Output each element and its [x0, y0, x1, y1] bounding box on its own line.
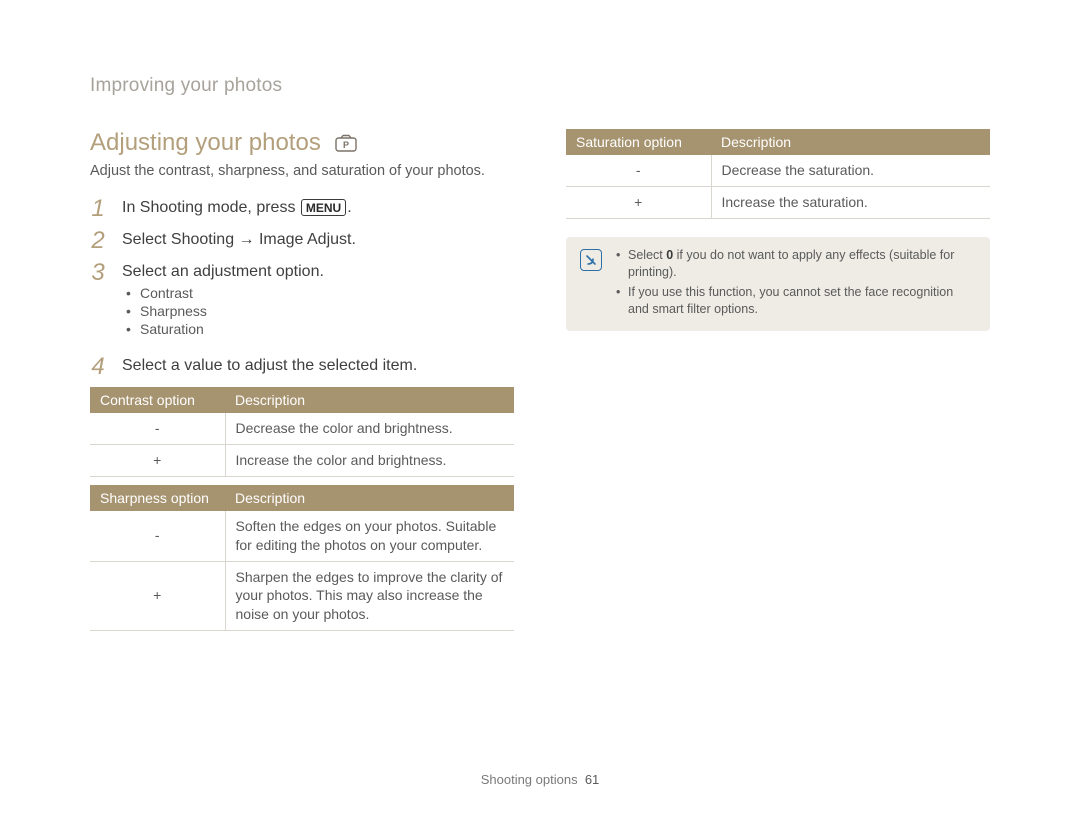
- list-item: Saturation: [140, 321, 514, 337]
- step-4: 4 Select a value to adjust the selected …: [90, 353, 514, 379]
- step-number: 4: [90, 353, 106, 379]
- step-3: 3 Select an adjustment option. Contrast …: [90, 259, 514, 347]
- description-cell: Decrease the saturation.: [711, 155, 990, 186]
- camera-p-icon: P: [335, 134, 357, 152]
- table-row: - Soften the edges on your photos. Suita…: [90, 511, 514, 561]
- step-number: 2: [90, 227, 106, 253]
- description-cell: Increase the color and brightness.: [225, 444, 514, 476]
- option-cell: -: [90, 511, 225, 561]
- manual-page: Improving your photos Adjusting your pho…: [0, 0, 1080, 815]
- page-footer: Shooting options 61: [0, 772, 1080, 787]
- list-item: Contrast: [140, 285, 514, 301]
- content-columns: Adjusting your photos P Adjust the contr…: [90, 129, 990, 631]
- section-title-text: Adjusting your photos: [90, 129, 321, 157]
- step-text: Select an adjustment option. Contrast Sh…: [122, 259, 514, 347]
- option-cell: +: [90, 444, 225, 476]
- sharpness-table: Sharpness option Description - Soften th…: [90, 485, 514, 631]
- menu-button-label: MENU: [301, 199, 346, 216]
- saturation-table: Saturation option Description - Decrease…: [566, 129, 990, 219]
- description-cell: Increase the saturation.: [711, 186, 990, 218]
- table-row: + Increase the color and brightness.: [90, 444, 514, 476]
- intro-text: Adjust the contrast, sharpness, and satu…: [90, 163, 514, 179]
- table-row: + Sharpen the edges to improve the clari…: [90, 561, 514, 631]
- description-cell: Soften the edges on your photos. Suitabl…: [225, 511, 514, 561]
- description-cell: Sharpen the edges to improve the clarity…: [225, 561, 514, 631]
- option-cell: -: [566, 155, 711, 186]
- table-header: Saturation option: [566, 129, 711, 155]
- step-number: 3: [90, 259, 106, 347]
- option-cell: +: [90, 561, 225, 631]
- step-2-post: .: [351, 231, 355, 248]
- step-text: Select Shooting → Image Adjust.: [122, 227, 514, 253]
- note-item: Select 0 if you do not want to apply any…: [628, 247, 976, 282]
- step-1: 1 In Shooting mode, press MENU.: [90, 195, 514, 221]
- list-item: Sharpness: [140, 303, 514, 319]
- step-2-pre: Select: [122, 231, 171, 248]
- right-column: Saturation option Description - Decrease…: [566, 129, 990, 631]
- description-cell: Decrease the color and brightness.: [225, 413, 514, 444]
- note-1-pre: Select: [628, 248, 666, 262]
- step-2: 2 Select Shooting → Image Adjust.: [90, 227, 514, 253]
- section-title: Adjusting your photos P: [90, 129, 514, 157]
- table-row: - Decrease the saturation.: [566, 155, 990, 186]
- footer-section: Shooting options: [481, 772, 578, 787]
- note-list: Select 0 if you do not want to apply any…: [614, 247, 976, 321]
- step-2-bold: Shooting → Image Adjust: [171, 231, 352, 248]
- svg-text:P: P: [343, 140, 349, 150]
- step-3-text: Select an adjustment option.: [122, 263, 324, 280]
- table-header: Sharpness option: [90, 485, 225, 511]
- table-row: + Increase the saturation.: [566, 186, 990, 218]
- step-text: In Shooting mode, press MENU.: [122, 195, 514, 221]
- info-icon: [580, 249, 602, 271]
- option-cell: +: [566, 186, 711, 218]
- adjustment-options-list: Contrast Sharpness Saturation: [122, 285, 514, 337]
- step-1-pre: In Shooting mode, press: [122, 199, 300, 216]
- table-row: - Decrease the color and brightness.: [90, 413, 514, 444]
- table-header: Description: [711, 129, 990, 155]
- step-number: 1: [90, 195, 106, 221]
- note-box: Select 0 if you do not want to apply any…: [566, 237, 990, 331]
- table-header: Description: [225, 387, 514, 413]
- step-text: Select a value to adjust the selected it…: [122, 353, 514, 379]
- contrast-table: Contrast option Description - Decrease t…: [90, 387, 514, 477]
- note-item: If you use this function, you cannot set…: [628, 284, 976, 319]
- table-header: Contrast option: [90, 387, 225, 413]
- breadcrumb: Improving your photos: [90, 75, 990, 97]
- left-column: Adjusting your photos P Adjust the contr…: [90, 129, 514, 631]
- table-header: Description: [225, 485, 514, 511]
- option-cell: -: [90, 413, 225, 444]
- note-1-post: if you do not want to apply any effects …: [628, 248, 954, 280]
- step-1-post: .: [347, 199, 351, 216]
- page-number: 61: [585, 772, 599, 787]
